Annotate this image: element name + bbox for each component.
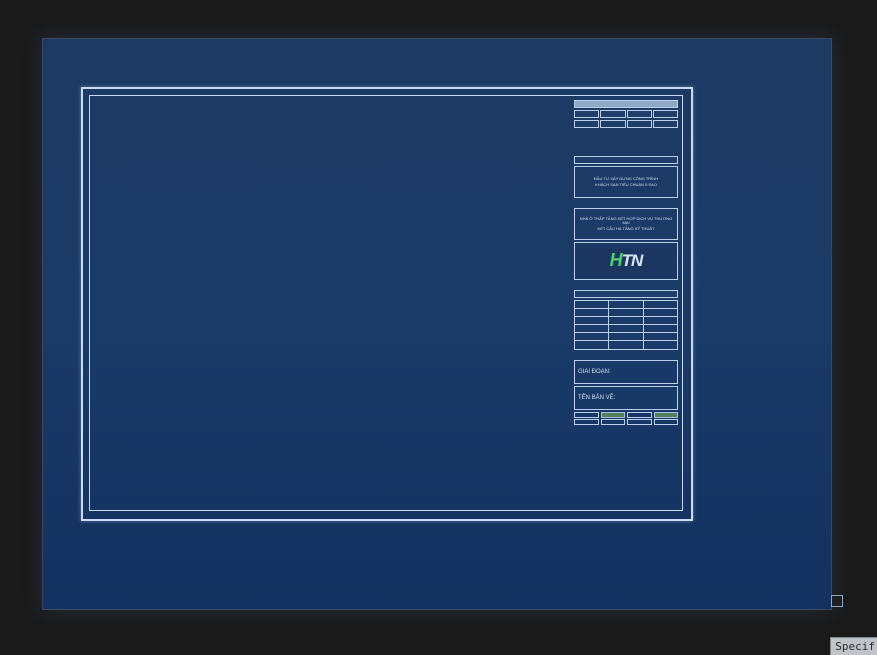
tb-cell [574, 120, 599, 128]
tb-cell [600, 120, 625, 128]
tb-divider [574, 290, 678, 298]
info2-line1: NHÀ Ở THẤP TẦNG KẾT HỢP DỊCH VỤ THƯƠNG M… [577, 217, 675, 226]
tb-cell [574, 110, 599, 118]
logo-letter-h: H [610, 251, 622, 271]
command-prompt-text: Specif [835, 640, 875, 653]
phase-label: GIAI ĐOẠN: [574, 360, 678, 384]
project-info-2: NHÀ Ở THẤP TẦNG KẾT HỢP DỊCH VỤ THƯƠNG M… [574, 208, 678, 240]
footer-cell [627, 419, 652, 425]
tb-spacer [574, 130, 678, 154]
tb-cell [574, 100, 678, 108]
footer-cell [574, 419, 599, 425]
footer-cell [601, 412, 626, 418]
tb-cell [600, 110, 625, 118]
ucs-icon[interactable] [831, 595, 843, 607]
footer-cell [574, 412, 599, 418]
info1-line2: KHÁCH SẠN TIÊU CHUẨN 5 SAO [577, 183, 675, 187]
tb-spacer [574, 200, 678, 206]
info2-line2: KẾT CẤU HẠ TẦNG KỸ THUẬT [577, 227, 675, 231]
tb-cell [653, 110, 678, 118]
tb-divider [574, 156, 678, 164]
tb-cell [627, 110, 652, 118]
company-logo-box: HTN [574, 242, 678, 280]
signature-table [574, 300, 678, 350]
command-line[interactable]: Specif [830, 637, 877, 655]
tb-header-row-a [574, 100, 678, 108]
tb-spacer [574, 282, 678, 288]
footer-cell [601, 419, 626, 425]
drawing-name-label: TÊN BẢN VẼ: [574, 386, 678, 410]
drawing-sheet[interactable]: ĐẦU TƯ XÂY DỰNG CÔNG TRÌNH KHÁCH SẠN TIÊ… [42, 38, 832, 610]
sheet-inner-border: ĐẦU TƯ XÂY DỰNG CÔNG TRÌNH KHÁCH SẠN TIÊ… [89, 95, 683, 511]
tb-header-row-b [574, 110, 678, 118]
tb-spacer [574, 352, 678, 358]
tb-cell [627, 120, 652, 128]
project-info-1: ĐẦU TƯ XÂY DỰNG CÔNG TRÌNH KHÁCH SẠN TIÊ… [574, 166, 678, 198]
info1-line1: ĐẦU TƯ XÂY DỰNG CÔNG TRÌNH [577, 177, 675, 181]
tb-footer [574, 412, 678, 425]
tb-cell [653, 120, 678, 128]
logo-letters-tn: TN [622, 252, 643, 271]
title-block: ĐẦU TƯ XÂY DỰNG CÔNG TRÌNH KHÁCH SẠN TIÊ… [572, 98, 680, 508]
tb-header-row-c [574, 120, 678, 128]
footer-cell [627, 412, 652, 418]
footer-cell [654, 412, 679, 418]
cad-workspace[interactable]: ĐẦU TƯ XÂY DỰNG CÔNG TRÌNH KHÁCH SẠN TIÊ… [0, 0, 877, 655]
footer-cell [654, 419, 679, 425]
company-logo: HTN [610, 251, 643, 271]
